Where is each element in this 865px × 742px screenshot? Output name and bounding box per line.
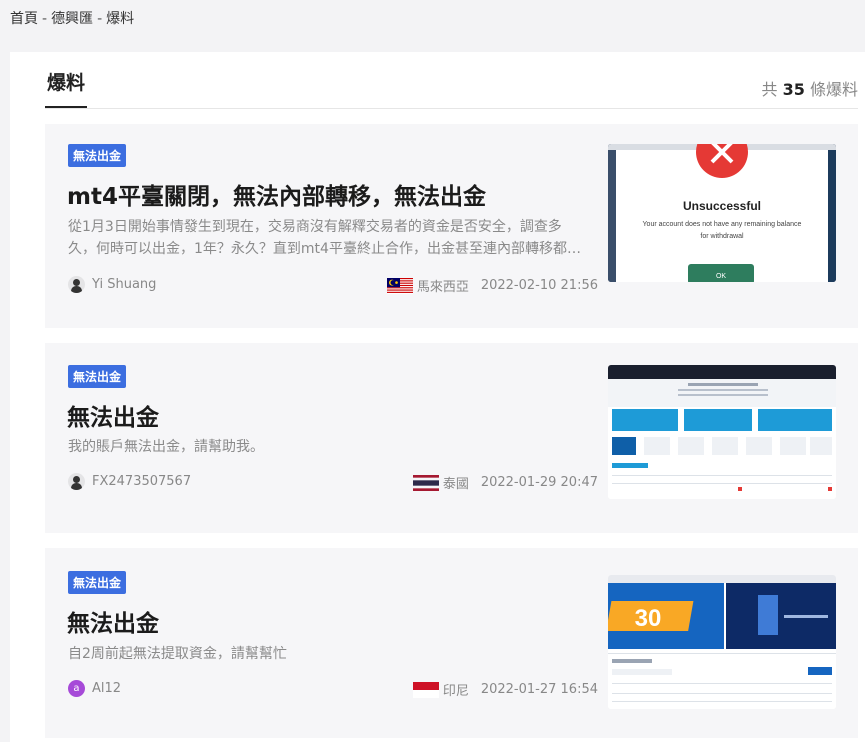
- post-date: 2022-01-27 16:54: [480, 682, 598, 697]
- user-avatar-icon: [68, 473, 85, 490]
- post-title[interactable]: 無法出金: [67, 604, 159, 638]
- post-thumbnail[interactable]: Unsuccessful Your account does not have …: [608, 144, 836, 282]
- dialog-message-line1: Your account does not have any remaining…: [643, 221, 802, 228]
- post-description: 從1月3日開始事情發生到現在，交易商沒有解釋交易者的資金是否安全，調查多久，何時…: [68, 219, 581, 257]
- breadcrumb-broker[interactable]: 德興匯: [51, 11, 93, 27]
- user-avatar-icon: a: [68, 680, 85, 697]
- breadcrumb-separator: -: [97, 11, 103, 27]
- post-description: 我的賬戶無法出金，請幫助我。: [68, 439, 264, 455]
- post-tag: 無法出金: [68, 365, 127, 388]
- banner-number: 30: [635, 605, 662, 632]
- platform-screenshot-image: 30: [608, 575, 836, 709]
- dashboard-screenshot-image: [608, 365, 836, 499]
- post-author[interactable]: a Al12: [68, 680, 121, 697]
- post-card[interactable]: 無法出金 無法出金 自2周前起無法提取資金，請幫幫忙 a Al12 印尼 202…: [45, 548, 858, 738]
- author-name: FX2473507567: [92, 474, 192, 489]
- post-meta: 馬來西亞 2022-02-10 21:56: [386, 276, 598, 295]
- post-description: 自2周前起無法提取資金，請幫幫忙: [68, 646, 287, 662]
- post-meta: 印尼 2022-01-27 16:54: [412, 680, 598, 699]
- post-author[interactable]: FX2473507567: [68, 473, 191, 490]
- post-card[interactable]: 無法出金 無法出金 我的賬戶無法出金，請幫助我。 FX2473507567 泰國…: [45, 343, 858, 533]
- post-author[interactable]: Yi Shuang: [68, 276, 156, 293]
- tab-bar: 爆料 共 35 條爆料: [45, 52, 858, 109]
- user-avatar-icon: [68, 276, 85, 293]
- breadcrumb: 首頁 - 德興匯 - 爆料: [10, 8, 134, 28]
- post-meta: 泰國 2022-01-29 20:47: [412, 473, 598, 492]
- post-thumbnail[interactable]: [608, 365, 836, 499]
- post-tag: 無法出金: [68, 571, 127, 594]
- post-country: 馬來西亞: [416, 280, 469, 295]
- tab-exposure[interactable]: 爆料: [45, 68, 88, 108]
- post-date: 2022-01-29 20:47: [480, 475, 598, 490]
- post-tag: 無法出金: [68, 144, 127, 167]
- breadcrumb-current: 爆料: [106, 11, 135, 27]
- post-title[interactable]: 無法出金: [67, 398, 159, 432]
- exposure-count-value: 35: [782, 80, 805, 99]
- thailand-flag-icon: [412, 474, 439, 491]
- breadcrumb-separator: -: [42, 11, 48, 27]
- unsuccessful-dialog-image: Unsuccessful Your account does not have …: [608, 144, 836, 282]
- dialog-message-line2: for withdrawal: [700, 233, 744, 240]
- author-name: Yi Shuang: [92, 277, 157, 292]
- post-country: 泰國: [442, 477, 469, 492]
- malaysia-flag-icon: [386, 277, 413, 294]
- post-date: 2022-02-10 21:56: [480, 278, 598, 293]
- post-thumbnail[interactable]: 30: [608, 575, 836, 709]
- post-country: 印尼: [442, 684, 469, 699]
- dialog-ok-button: OK: [716, 273, 726, 280]
- author-name: Al12: [92, 681, 122, 696]
- breadcrumb-home[interactable]: 首頁: [10, 11, 38, 27]
- indonesia-flag-icon: [412, 681, 439, 698]
- exposure-count: 共 35 條爆料: [761, 80, 858, 99]
- exposure-panel: 爆料 共 35 條爆料 無法出金 mt4平臺關閉，無法內部轉移，無法出金 從1月…: [10, 52, 865, 742]
- dialog-title: Unsuccessful: [683, 199, 761, 213]
- post-title[interactable]: mt4平臺關閉，無法內部轉移，無法出金: [67, 177, 486, 211]
- post-card[interactable]: 無法出金 mt4平臺關閉，無法內部轉移，無法出金 從1月3日開始事情發生到現在，…: [45, 124, 858, 328]
